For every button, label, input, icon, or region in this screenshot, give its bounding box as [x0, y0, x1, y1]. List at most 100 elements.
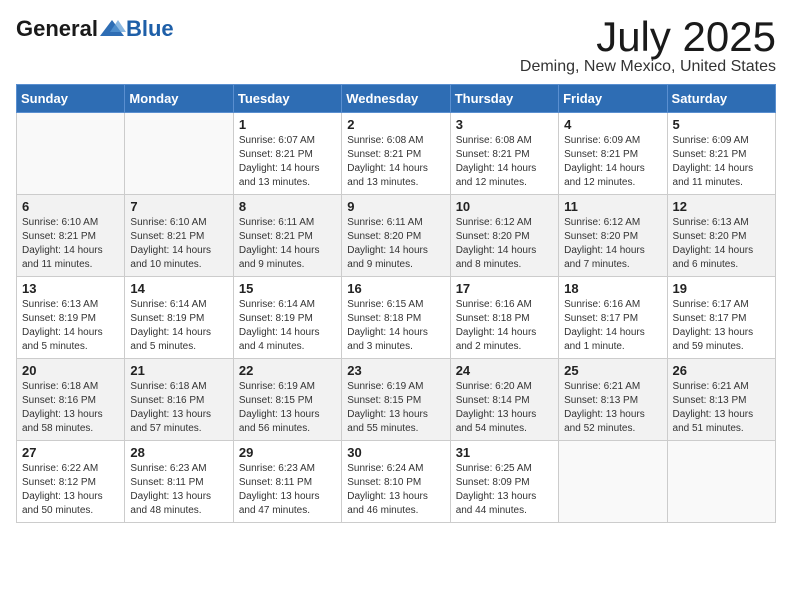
day-number: 24: [456, 363, 553, 378]
logo-general-text: General: [16, 16, 98, 42]
day-info: Sunrise: 6:09 AM Sunset: 8:21 PM Dayligh…: [673, 134, 770, 190]
calendar-cell: 24Sunrise: 6:20 AM Sunset: 8:14 PM Dayli…: [450, 359, 558, 441]
calendar-cell: 27Sunrise: 6:22 AM Sunset: 8:12 PM Dayli…: [17, 441, 125, 523]
calendar-cell: [667, 441, 775, 523]
day-number: 17: [456, 281, 553, 296]
calendar-cell: 11Sunrise: 6:12 AM Sunset: 8:20 PM Dayli…: [559, 195, 667, 277]
day-number: 12: [673, 199, 770, 214]
logo-blue-text: Blue: [126, 16, 174, 42]
day-info: Sunrise: 6:21 AM Sunset: 8:13 PM Dayligh…: [564, 380, 661, 436]
calendar-cell: 14 Sunrise: 6:14 AM Sunset: 8:19 PM Dayli…: [125, 277, 233, 359]
day-info: Sunrise: 6:11 AM Sunset: 8:21 PM Dayligh…: [239, 216, 336, 272]
day-info: Sunrise: 6:24 AM Sunset: 8:10 PM Dayligh…: [347, 462, 444, 518]
calendar-cell: 16 Sunrise: 6:15 AM Sunset: 8:18 PM Dayli…: [342, 277, 450, 359]
calendar-week-row-0: 1Sunrise: 6:07 AM Sunset: 8:21 PM Daylig…: [17, 113, 776, 195]
calendar-cell: 28 Sunrise: 6:23 AM Sunset: 8:11 PM Dayli…: [125, 441, 233, 523]
day-info: Sunrise: 6:10 AM Sunset: 8:21 PM Dayligh…: [130, 216, 227, 272]
calendar-cell: 22 Sunrise: 6:19 AM Sunset: 8:15 PM Dayli…: [233, 359, 341, 441]
day-info: Sunrise: 6:07 AM Sunset: 8:21 PM Dayligh…: [239, 134, 336, 190]
calendar-cell: 29Sunrise: 6:23 AM Sunset: 8:11 PM Dayli…: [233, 441, 341, 523]
day-info: Sunrise: 6:19 AM Sunset: 8:15 PM Dayligh…: [239, 380, 336, 436]
calendar-table: SundayMondayTuesdayWednesdayThursdayFrid…: [16, 84, 776, 523]
calendar-header-friday: Friday: [559, 85, 667, 113]
calendar-cell: 6 Sunrise: 6:10 AM Sunset: 8:21 PM Daylig…: [17, 195, 125, 277]
day-info: Sunrise: 6:17 AM Sunset: 8:17 PM Dayligh…: [673, 298, 770, 354]
day-info: Sunrise: 6:16 AM Sunset: 8:17 PM Dayligh…: [564, 298, 661, 354]
calendar-cell: [17, 113, 125, 195]
calendar-week-row-1: 6 Sunrise: 6:10 AM Sunset: 8:21 PM Daylig…: [17, 195, 776, 277]
calendar-cell: [559, 441, 667, 523]
day-info: Sunrise: 6:19 AM Sunset: 8:15 PM Dayligh…: [347, 380, 444, 436]
day-info: Sunrise: 6:08 AM Sunset: 8:21 PM Dayligh…: [456, 134, 553, 190]
day-info: Sunrise: 6:23 AM Sunset: 8:11 PM Dayligh…: [130, 462, 227, 518]
day-number: 25: [564, 363, 661, 378]
day-info: Sunrise: 6:08 AM Sunset: 8:21 PM Dayligh…: [347, 134, 444, 190]
day-number: 10: [456, 199, 553, 214]
calendar-cell: 7 Sunrise: 6:10 AM Sunset: 8:21 PM Daylig…: [125, 195, 233, 277]
calendar-cell: 4 Sunrise: 6:09 AM Sunset: 8:21 PM Daylig…: [559, 113, 667, 195]
day-info: Sunrise: 6:15 AM Sunset: 8:18 PM Dayligh…: [347, 298, 444, 354]
logo-icon: [98, 18, 126, 40]
day-number: 27: [22, 445, 119, 460]
calendar-cell: 18 Sunrise: 6:16 AM Sunset: 8:17 PM Dayli…: [559, 277, 667, 359]
calendar-week-row-4: 27Sunrise: 6:22 AM Sunset: 8:12 PM Dayli…: [17, 441, 776, 523]
day-number: 3: [456, 117, 553, 132]
calendar-cell: [125, 113, 233, 195]
calendar-week-row-3: 20 Sunrise: 6:18 AM Sunset: 8:16 PM Dayli…: [17, 359, 776, 441]
day-number: 2: [347, 117, 444, 132]
day-number: 16: [347, 281, 444, 296]
page-header: General Blue July 2025 Deming, New Mexic…: [16, 16, 776, 76]
day-number: 23: [347, 363, 444, 378]
calendar-header-tuesday: Tuesday: [233, 85, 341, 113]
calendar-cell: 15Sunrise: 6:14 AM Sunset: 8:19 PM Dayli…: [233, 277, 341, 359]
calendar-cell: 23 Sunrise: 6:19 AM Sunset: 8:15 PM Dayli…: [342, 359, 450, 441]
day-number: 26: [673, 363, 770, 378]
calendar-cell: 5 Sunrise: 6:09 AM Sunset: 8:21 PM Daylig…: [667, 113, 775, 195]
day-info: Sunrise: 6:14 AM Sunset: 8:19 PM Dayligh…: [130, 298, 227, 354]
day-number: 21: [130, 363, 227, 378]
calendar-cell: 3 Sunrise: 6:08 AM Sunset: 8:21 PM Daylig…: [450, 113, 558, 195]
location: Deming, New Mexico, United States: [520, 58, 776, 76]
day-number: 8: [239, 199, 336, 214]
day-number: 7: [130, 199, 227, 214]
day-number: 30: [347, 445, 444, 460]
day-info: Sunrise: 6:18 AM Sunset: 8:16 PM Dayligh…: [130, 380, 227, 436]
day-info: Sunrise: 6:13 AM Sunset: 8:20 PM Dayligh…: [673, 216, 770, 272]
calendar-week-row-2: 13 Sunrise: 6:13 AM Sunset: 8:19 PM Dayli…: [17, 277, 776, 359]
day-number: 19: [673, 281, 770, 296]
day-number: 29: [239, 445, 336, 460]
calendar-cell: 2 Sunrise: 6:08 AM Sunset: 8:21 PM Daylig…: [342, 113, 450, 195]
day-info: Sunrise: 6:09 AM Sunset: 8:21 PM Dayligh…: [564, 134, 661, 190]
day-info: Sunrise: 6:11 AM Sunset: 8:20 PM Dayligh…: [347, 216, 444, 272]
day-number: 13: [22, 281, 119, 296]
day-number: 6: [22, 199, 119, 214]
day-info: Sunrise: 6:10 AM Sunset: 8:21 PM Dayligh…: [22, 216, 119, 272]
calendar-cell: 25 Sunrise: 6:21 AM Sunset: 8:13 PM Dayli…: [559, 359, 667, 441]
day-info: Sunrise: 6:16 AM Sunset: 8:18 PM Dayligh…: [456, 298, 553, 354]
day-info: Sunrise: 6:21 AM Sunset: 8:13 PM Dayligh…: [673, 380, 770, 436]
calendar-header-thursday: Thursday: [450, 85, 558, 113]
day-number: 14: [130, 281, 227, 296]
calendar-cell: 10Sunrise: 6:12 AM Sunset: 8:20 PM Dayli…: [450, 195, 558, 277]
calendar-header-row: SundayMondayTuesdayWednesdayThursdayFrid…: [17, 85, 776, 113]
day-number: 28: [130, 445, 227, 460]
day-number: 15: [239, 281, 336, 296]
day-number: 18: [564, 281, 661, 296]
day-number: 4: [564, 117, 661, 132]
day-number: 5: [673, 117, 770, 132]
calendar-cell: 12 Sunrise: 6:13 AM Sunset: 8:20 PM Dayli…: [667, 195, 775, 277]
calendar-header-wednesday: Wednesday: [342, 85, 450, 113]
calendar-cell: 30 Sunrise: 6:24 AM Sunset: 8:10 PM Dayli…: [342, 441, 450, 523]
calendar-cell: 17 Sunrise: 6:16 AM Sunset: 8:18 PM Dayli…: [450, 277, 558, 359]
day-info: Sunrise: 6:12 AM Sunset: 8:20 PM Dayligh…: [564, 216, 661, 272]
day-number: 9: [347, 199, 444, 214]
day-number: 20: [22, 363, 119, 378]
day-info: Sunrise: 6:18 AM Sunset: 8:16 PM Dayligh…: [22, 380, 119, 436]
calendar-cell: 1Sunrise: 6:07 AM Sunset: 8:21 PM Daylig…: [233, 113, 341, 195]
day-info: Sunrise: 6:13 AM Sunset: 8:19 PM Dayligh…: [22, 298, 119, 354]
calendar-cell: 26 Sunrise: 6:21 AM Sunset: 8:13 PM Dayli…: [667, 359, 775, 441]
logo: General Blue: [16, 16, 174, 42]
calendar-header-sunday: Sunday: [17, 85, 125, 113]
calendar-cell: 8 Sunrise: 6:11 AM Sunset: 8:21 PM Daylig…: [233, 195, 341, 277]
day-number: 22: [239, 363, 336, 378]
